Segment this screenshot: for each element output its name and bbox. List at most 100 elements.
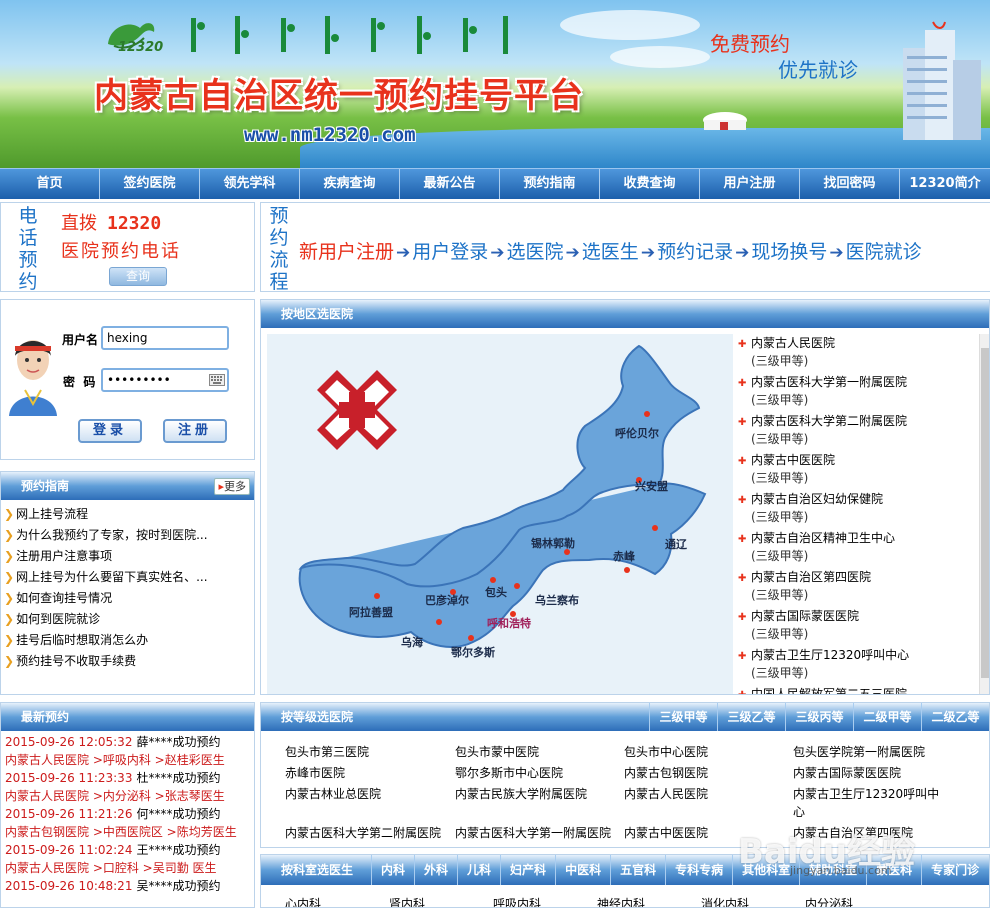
guide-item-label[interactable]: 网上挂号流程 (16, 507, 88, 521)
level-hospital-link[interactable]: 包头市第三医院 (285, 743, 445, 761)
level-hospital-link[interactable]: 内蒙古医科大学第二附属医院 (285, 824, 445, 842)
region-label[interactable]: 乌海 (401, 635, 423, 649)
level-tab[interactable]: 三级乙等 (717, 703, 785, 731)
region-label[interactable]: 呼伦贝尔 (615, 426, 659, 440)
region-marker[interactable] (490, 577, 496, 583)
region-marker[interactable] (468, 635, 474, 641)
level-hospital-link[interactable]: 包头医学院第一附属医院 (793, 743, 943, 761)
region-label[interactable]: 呼和浩特 (487, 616, 531, 630)
flow-step[interactable]: 新用户注册 (299, 241, 394, 263)
guide-item[interactable]: ❯ 为什么我预约了专家，按时到医院... (4, 525, 254, 546)
hospital-name[interactable]: 内蒙古医科大学第二附属医院 (751, 412, 979, 430)
nav-item-8[interactable]: 找回密码 (800, 169, 900, 199)
login-button[interactable]: 登录 (78, 419, 142, 443)
latest-dept-link[interactable]: 内蒙古包钢医院 >中西医院区 >陈均芳医生 (5, 823, 254, 841)
flow-step[interactable]: 用户登录 (412, 241, 488, 263)
region-marker[interactable] (374, 593, 380, 599)
hospital-name[interactable]: 内蒙古医科大学第一附属医院 (751, 373, 979, 391)
query-button[interactable]: 查询 (109, 267, 167, 286)
level-hospital-link[interactable]: 内蒙古卫生厅12320呼叫中心 (793, 785, 943, 821)
latest-dept-link[interactable]: 内蒙古人民医院 >内分泌科 >张志琴医生 (5, 787, 254, 805)
flow-step[interactable]: 选医院 (507, 241, 564, 263)
nav-item-5[interactable]: 预约指南 (500, 169, 600, 199)
level-hospital-link[interactable]: 赤峰市医院 (285, 764, 445, 782)
hospital-item[interactable]: ✚ 内蒙古医科大学第一附属医院 (三级甲等) (735, 373, 979, 409)
level-hospital-link[interactable]: 内蒙古林业总医院 (285, 785, 445, 803)
level-tab[interactable]: 二级乙等 (921, 703, 989, 731)
hospital-item[interactable]: ✚ 内蒙古人民医院 (三级甲等) (735, 334, 979, 370)
level-hospital-link[interactable]: 内蒙古医科大学第一附属医院 (455, 824, 615, 842)
scrollbar-thumb[interactable] (981, 348, 989, 678)
guide-item-label[interactable]: 为什么我预约了专家，按时到医院... (16, 528, 207, 542)
latest-dept-link[interactable]: 内蒙古人民医院 >呼吸内科 >赵桂彩医生 (5, 751, 254, 769)
hospital-name[interactable]: 内蒙古人民医院 (751, 334, 979, 352)
keyboard-icon[interactable] (209, 374, 225, 386)
guide-item[interactable]: ❯ 挂号后临时想取消怎么办 (4, 630, 254, 651)
dept-item[interactable]: 内分泌科 (805, 895, 909, 907)
hospital-name[interactable]: 中国人民解放军第二五三医院 (751, 685, 979, 694)
flow-step[interactable]: 选医生 (582, 241, 639, 263)
guide-item[interactable]: ❯ 预约挂号不收取手续费 (4, 651, 254, 672)
latest-dept-link[interactable]: 内蒙古人民医院 >口腔科 >吴司勤 医生 (5, 859, 254, 877)
dept-item[interactable]: 神经内科 (597, 895, 701, 907)
dept-tab[interactable]: 专家门诊 (921, 855, 988, 885)
level-tab[interactable]: 二级甲等 (853, 703, 921, 731)
nav-item-4[interactable]: 最新公告 (400, 169, 500, 199)
region-label[interactable]: 兴安盟 (635, 479, 668, 493)
guide-item-label[interactable]: 注册用户注意事项 (16, 549, 112, 563)
hospital-item[interactable]: ✚ 内蒙古中医医院 (三级甲等) (735, 451, 979, 487)
level-hospital-link[interactable]: 包头市中心医院 (624, 743, 784, 761)
hospital-item[interactable]: ✚ 内蒙古自治区第四医院 (三级甲等) (735, 568, 979, 604)
guide-item[interactable]: ❯ 如何到医院就诊 (4, 609, 254, 630)
guide-item-label[interactable]: 如何查询挂号情况 (16, 591, 112, 605)
guide-item-label[interactable]: 网上挂号为什么要留下真实姓名、... (16, 570, 207, 584)
guide-item[interactable]: ❯ 网上挂号为什么要留下真实姓名、... (4, 567, 254, 588)
region-label[interactable]: 赤峰 (613, 549, 636, 563)
level-tab[interactable]: 三级丙等 (785, 703, 853, 731)
level-hospital-link[interactable]: 内蒙古包钢医院 (624, 764, 784, 782)
hospital-item[interactable]: ✚ 内蒙古医科大学第二附属医院 (三级甲等) (735, 412, 979, 448)
level-tab[interactable]: 三级甲等 (649, 703, 717, 731)
region-label[interactable]: 乌兰察布 (535, 593, 579, 607)
region-marker[interactable] (652, 525, 658, 531)
region-label[interactable]: 阿拉善盟 (349, 605, 393, 619)
region-label[interactable]: 包头 (484, 585, 507, 599)
hospital-name[interactable]: 内蒙古国际蒙医医院 (751, 607, 979, 625)
dept-item[interactable]: 心内科 (285, 895, 389, 907)
dept-tab[interactable]: 妇产科 (500, 855, 555, 885)
level-hospital-link[interactable]: 内蒙古人民医院 (624, 785, 784, 803)
dept-item[interactable]: 消化内科 (701, 895, 805, 907)
hospital-item[interactable]: ✚ 内蒙古自治区精神卫生中心 (三级甲等) (735, 529, 979, 565)
level-hospital-link[interactable]: 内蒙古民族大学附属医院 (455, 785, 615, 803)
guide-item-label[interactable]: 挂号后临时想取消怎么办 (16, 633, 148, 647)
guide-item[interactable]: ❯ 网上挂号流程 (4, 504, 254, 525)
hospital-name[interactable]: 内蒙古自治区妇幼保健院 (751, 490, 979, 508)
hospital-list-scrollbar[interactable] (979, 334, 989, 694)
hospital-item[interactable]: ✚ 内蒙古自治区妇幼保健院 (三级甲等) (735, 490, 979, 526)
dept-tab[interactable]: 专科专病 (665, 855, 732, 885)
flow-step[interactable]: 预约记录 (657, 241, 733, 263)
hospital-name[interactable]: 内蒙古卫生厅12320呼叫中心 (751, 646, 979, 664)
guide-item-label[interactable]: 如何到医院就诊 (16, 612, 100, 626)
nav-item-0[interactable]: 首页 (0, 169, 100, 199)
hospital-item[interactable]: ✚ 中国人民解放军第二五三医院 (735, 685, 979, 694)
hospital-name[interactable]: 内蒙古中医医院 (751, 451, 979, 469)
nav-item-7[interactable]: 用户注册 (700, 169, 800, 199)
hospital-name[interactable]: 内蒙古自治区第四医院 (751, 568, 979, 586)
dept-tab[interactable]: 五官科 (610, 855, 665, 885)
nav-item-1[interactable]: 签约医院 (100, 169, 200, 199)
register-button[interactable]: 注册 (163, 419, 227, 443)
hospital-item[interactable]: ✚ 内蒙古国际蒙医医院 (三级甲等) (735, 607, 979, 643)
region-marker[interactable] (624, 567, 630, 573)
nav-item-6[interactable]: 收费查询 (600, 169, 700, 199)
guide-item[interactable]: ❯ 注册用户注意事项 (4, 546, 254, 567)
guide-more-button[interactable]: ▸更多 (214, 478, 250, 495)
flow-step[interactable]: 医院就诊 (846, 241, 922, 263)
region-label[interactable]: 通辽 (665, 538, 688, 551)
region-label[interactable]: 巴彦淖尔 (425, 593, 469, 607)
site-url[interactable]: www.nm12320.com (244, 124, 416, 146)
hospital-item[interactable]: ✚ 内蒙古卫生厅12320呼叫中心 (三级甲等) (735, 646, 979, 682)
dept-tab[interactable]: 外科 (414, 855, 457, 885)
dept-item[interactable]: 呼吸内科 (493, 895, 597, 907)
region-label[interactable]: 鄂尔多斯 (451, 645, 495, 659)
